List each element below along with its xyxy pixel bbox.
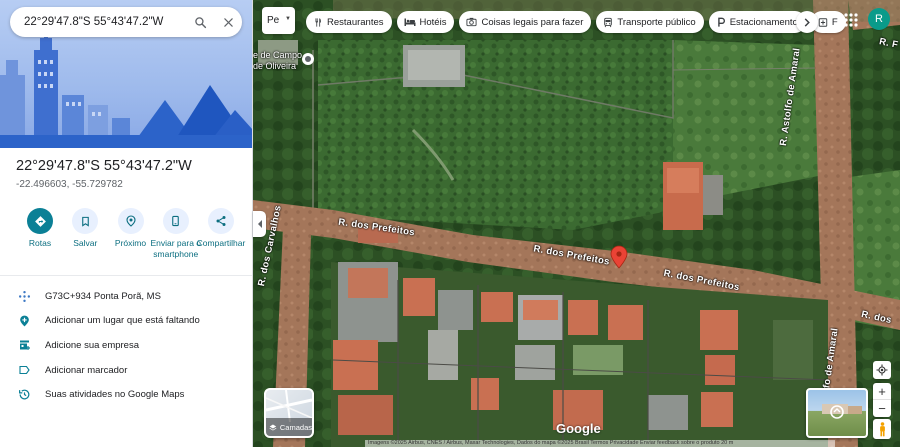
bookmark-icon[interactable] bbox=[72, 208, 99, 234]
share-button[interactable]: Compartilhar bbox=[197, 208, 245, 260]
transit-icon bbox=[603, 17, 613, 28]
chip-parking-label: Estacionamento bbox=[729, 16, 798, 28]
hotel-icon bbox=[404, 17, 416, 27]
zoom-out-button[interactable]: − bbox=[873, 400, 891, 417]
camera-icon bbox=[466, 17, 477, 27]
category-chips: Restaurantes Hotéis Coisas legais para f… bbox=[306, 11, 846, 33]
account-avatar[interactable]: R bbox=[868, 8, 890, 30]
chip-pharmacy-label: F bbox=[831, 16, 838, 28]
divider bbox=[0, 275, 252, 276]
layers-label: Camadas bbox=[279, 422, 312, 432]
zoom-control: + − bbox=[873, 383, 891, 417]
search-box[interactable]: 22°29'47.8"S 55°43'47.2"W bbox=[10, 7, 242, 37]
side-panel: 22°29'47.8"S 55°43'47.2"W 22°29'47.8"S 5… bbox=[0, 0, 253, 447]
send-to-phone-label: Enviar para o smartphone bbox=[150, 238, 202, 259]
restaurant-icon bbox=[313, 17, 323, 28]
share-label: Compartilhar bbox=[196, 238, 246, 248]
town-label: e de Campo de Oliveira bbox=[253, 50, 303, 71]
dropdown-caret-icon: ▼ bbox=[285, 16, 291, 22]
my-location-button[interactable] bbox=[873, 361, 891, 379]
language-selector-value: Pe bbox=[267, 15, 280, 26]
map-attribution[interactable]: Imagens ©2025 Airbus, CNES / Airbus, Max… bbox=[365, 440, 835, 447]
add-label-row[interactable]: Adicionar marcador bbox=[0, 358, 252, 383]
place-title: 22°29'47.8"S 55°43'47.2"W bbox=[16, 158, 192, 174]
chevron-right-icon bbox=[804, 17, 810, 27]
directions-button[interactable]: Rotas bbox=[18, 208, 62, 260]
layers-button[interactable]: Camadas bbox=[264, 388, 314, 438]
language-selector[interactable]: Pe ▼ bbox=[262, 7, 295, 34]
chip-restaurants[interactable]: Restaurantes bbox=[306, 11, 392, 33]
pegman-button[interactable] bbox=[873, 419, 891, 439]
nearby-label: Próximo bbox=[114, 238, 147, 248]
my-location-icon bbox=[876, 364, 888, 376]
activity-row[interactable]: Suas atividades no Google Maps bbox=[0, 382, 252, 407]
add-missing-place-row[interactable]: Adicionar um lugar que está faltando bbox=[0, 309, 252, 334]
send-to-phone-button[interactable]: Enviar para o smartphone bbox=[150, 208, 201, 260]
pharmacy-icon bbox=[818, 17, 828, 28]
search-icon[interactable] bbox=[186, 7, 214, 37]
chevron-left-icon bbox=[257, 220, 262, 228]
add-place-icon bbox=[16, 313, 32, 329]
label-icon bbox=[16, 362, 32, 378]
action-bar: Rotas Salvar Próximo Enviar para o smart… bbox=[18, 208, 245, 260]
save-label: Salvar bbox=[73, 238, 98, 248]
plus-code-text: G73C+934 Ponta Porã, MS bbox=[45, 290, 161, 302]
zoom-in-button[interactable]: + bbox=[873, 383, 891, 400]
search-query[interactable]: 22°29'47.8"S 55°43'47.2"W bbox=[24, 16, 186, 28]
history-icon bbox=[16, 387, 32, 403]
parking-icon bbox=[716, 17, 726, 28]
directions-label: Rotas bbox=[28, 238, 52, 248]
google-logo: Google bbox=[556, 421, 601, 436]
info-list: G73C+934 Ponta Porã, MS Adicionar um lug… bbox=[0, 284, 252, 407]
activity-text: Suas atividades no Google Maps bbox=[45, 389, 185, 401]
chip-parking[interactable]: Estacionamento bbox=[708, 11, 806, 33]
chip-hotels-label: Hotéis bbox=[419, 16, 447, 28]
add-label-text: Adicionar marcador bbox=[45, 364, 128, 376]
chip-things-to-do[interactable]: Coisas legais para fazer bbox=[459, 11, 592, 33]
chip-restaurants-label: Restaurantes bbox=[327, 16, 384, 28]
chip-hotels[interactable]: Hotéis bbox=[396, 11, 455, 33]
decimal-coordinates: -22.496603, -55.729782 bbox=[16, 179, 123, 190]
add-missing-place-text: Adicionar um lugar que está faltando bbox=[45, 315, 200, 327]
layers-icon bbox=[269, 424, 277, 431]
save-button[interactable]: Salvar bbox=[63, 208, 107, 260]
pegman-icon bbox=[879, 421, 885, 436]
collapse-panel-button[interactable] bbox=[253, 211, 266, 237]
nearby-button[interactable]: Próximo bbox=[109, 208, 153, 260]
share-icon[interactable] bbox=[208, 208, 234, 234]
phone-icon[interactable] bbox=[162, 208, 189, 234]
nearby-icon[interactable] bbox=[117, 208, 144, 234]
close-icon[interactable] bbox=[214, 7, 242, 37]
add-business-row[interactable]: Adicione sua empresa bbox=[0, 333, 252, 358]
satellite-map[interactable]: R. dos Prefeitos R. dos Prefeitos R. dos… bbox=[253, 0, 900, 447]
chip-things-to-do-label: Coisas legais para fazer bbox=[481, 16, 584, 28]
add-business-text: Adicione sua empresa bbox=[45, 339, 139, 351]
street-view-preview bbox=[822, 404, 862, 419]
plus-code-row[interactable]: G73C+934 Ponta Porã, MS bbox=[0, 284, 252, 309]
chip-transit-label: Transporte público bbox=[617, 16, 696, 28]
chips-next-button[interactable] bbox=[796, 11, 818, 33]
plus-code-icon bbox=[16, 288, 32, 304]
street-view-thumbnail[interactable] bbox=[806, 388, 868, 438]
directions-icon[interactable] bbox=[27, 208, 53, 234]
apps-grid-icon[interactable] bbox=[842, 11, 860, 29]
chip-transit[interactable]: Transporte público bbox=[596, 11, 704, 33]
business-icon bbox=[16, 337, 32, 353]
